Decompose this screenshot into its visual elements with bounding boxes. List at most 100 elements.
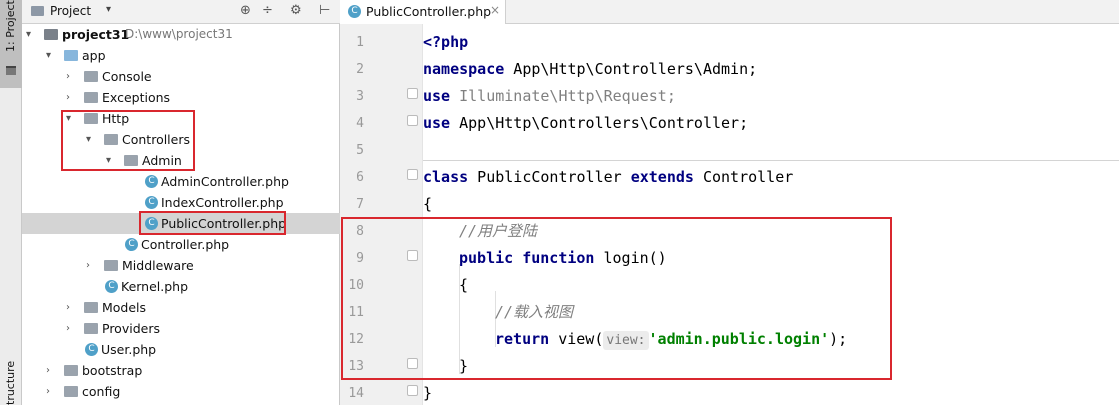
tree-item-label: Middleware bbox=[122, 258, 194, 273]
keyword: use bbox=[423, 87, 451, 105]
tree-item-bootstrap[interactable]: › bootstrap bbox=[22, 360, 340, 381]
code-line-1[interactable]: <?php bbox=[423, 29, 468, 56]
code-text: } bbox=[423, 384, 433, 402]
project-tab-icon bbox=[6, 66, 16, 75]
keyword: use bbox=[423, 114, 451, 132]
chevron-right-icon[interactable]: › bbox=[66, 66, 70, 87]
php-class-icon: C bbox=[125, 238, 138, 251]
line-number: 1 bbox=[356, 35, 364, 50]
tree-item-label: project31 bbox=[62, 27, 130, 42]
php-class-icon: C bbox=[85, 343, 98, 356]
line-number: 2 bbox=[356, 62, 364, 77]
tree-item-label: app bbox=[82, 48, 106, 63]
code-text: App\Http\Controllers\Admin; bbox=[504, 60, 758, 78]
keyword: class bbox=[423, 168, 469, 186]
code-line-2[interactable]: namespace App\Http\Controllers\Admin; bbox=[423, 56, 757, 83]
keyword: namespace bbox=[423, 60, 505, 78]
tree-item-app[interactable]: ▾ app bbox=[22, 45, 340, 66]
annotation-box-selected-file bbox=[139, 211, 286, 235]
php-class-icon: C bbox=[145, 196, 158, 209]
php-class-icon: C bbox=[105, 280, 118, 293]
chevron-down-icon[interactable]: ▾ bbox=[46, 45, 51, 66]
chevron-right-icon[interactable]: › bbox=[46, 381, 50, 402]
code-text: { bbox=[423, 195, 433, 213]
editor-tab-bar: C PublicController.php × bbox=[340, 0, 1119, 24]
folder-icon bbox=[84, 92, 98, 103]
locate-icon[interactable]: ⊕ bbox=[240, 3, 251, 18]
line-number: 3 bbox=[356, 89, 364, 104]
code-line-4[interactable]: use App\Http\Controllers\Controller; bbox=[423, 110, 748, 137]
close-icon[interactable]: × bbox=[490, 3, 500, 17]
tree-item-middleware[interactable]: › Middleware bbox=[22, 255, 340, 276]
chevron-right-icon[interactable]: › bbox=[66, 318, 70, 339]
fold-marker-icon[interactable] bbox=[407, 169, 418, 180]
project-tool-tab[interactable]: 1: Project bbox=[0, 0, 22, 88]
chevron-down-icon[interactable]: ▾ bbox=[106, 4, 111, 15]
annotation-box-login-method bbox=[341, 217, 892, 380]
tree-item-config[interactable]: › config bbox=[22, 381, 340, 402]
line-number: 7 bbox=[356, 197, 364, 212]
collapse-icon[interactable]: ÷ bbox=[262, 3, 273, 18]
chevron-right-icon[interactable]: › bbox=[46, 360, 50, 381]
code-text: PublicController bbox=[468, 168, 631, 186]
tree-item-providers[interactable]: › Providers bbox=[22, 318, 340, 339]
code-line-3[interactable]: use Illuminate\Http\Request; bbox=[423, 83, 676, 110]
tree-item-models[interactable]: › Models bbox=[22, 297, 340, 318]
php-class-icon: C bbox=[145, 175, 158, 188]
tree-item-admincontroller[interactable]: C AdminController.php bbox=[22, 171, 340, 192]
project-panel-title[interactable]: Project bbox=[50, 4, 91, 18]
chevron-right-icon[interactable]: › bbox=[86, 255, 90, 276]
tree-item-controller[interactable]: C Controller.php bbox=[22, 234, 340, 255]
folder-icon bbox=[104, 260, 118, 271]
tree-item-exceptions[interactable]: › Exceptions bbox=[22, 87, 340, 108]
tree-item-label: Controller.php bbox=[141, 237, 230, 252]
tree-item-indexcontroller[interactable]: C IndexController.php bbox=[22, 192, 340, 213]
project-panel: Project ▾ ⊕ ÷ ⚙ ⊢ ▾ project31 D:\www\pro… bbox=[22, 0, 340, 405]
tree-item-label: Models bbox=[102, 300, 147, 315]
project-panel-header: Project ▾ ⊕ ÷ ⚙ ⊢ bbox=[22, 0, 340, 24]
code-line-7[interactable]: { bbox=[423, 191, 432, 218]
fold-marker-icon[interactable] bbox=[407, 115, 418, 126]
tab-label: PublicController.php bbox=[366, 4, 492, 19]
fold-marker-icon[interactable] bbox=[407, 385, 418, 396]
php-class-icon: C bbox=[348, 5, 361, 18]
line-number: 5 bbox=[356, 143, 364, 158]
structure-tool-tab[interactable]: tructure bbox=[4, 361, 17, 405]
tree-item-label: Console bbox=[102, 69, 152, 84]
tree-item-label: Kernel.php bbox=[121, 279, 189, 294]
folder-icon bbox=[64, 50, 78, 61]
line-number: 4 bbox=[356, 116, 364, 131]
hide-panel-icon[interactable]: ⊢ bbox=[319, 3, 330, 18]
tree-item-label: User.php bbox=[101, 342, 157, 357]
project-tool-tab-label: 1: Project bbox=[4, 0, 17, 52]
code-line-14[interactable]: } bbox=[423, 380, 432, 405]
tree-item-label: config bbox=[82, 384, 121, 399]
code-text: Controller bbox=[693, 168, 794, 186]
chevron-down-icon[interactable]: ▾ bbox=[26, 24, 31, 45]
annotation-box-http-path bbox=[61, 110, 195, 171]
chevron-right-icon[interactable]: › bbox=[66, 87, 70, 108]
code-text: Illuminate\Http\Request; bbox=[450, 87, 676, 105]
fold-marker-icon[interactable] bbox=[407, 88, 418, 99]
tab-publiccontroller[interactable]: C PublicController.php × bbox=[340, 0, 506, 24]
folder-icon bbox=[84, 71, 98, 82]
tree-item-user[interactable]: C User.php bbox=[22, 339, 340, 360]
folder-icon bbox=[64, 365, 78, 376]
folder-icon bbox=[64, 386, 78, 397]
chevron-right-icon[interactable]: › bbox=[66, 297, 70, 318]
code-text: App\Http\Controllers\Controller; bbox=[450, 114, 749, 132]
tree-item-label: IndexController.php bbox=[161, 195, 284, 210]
tree-item-console[interactable]: › Console bbox=[22, 66, 340, 87]
code-line-6[interactable]: class PublicController extends Controlle… bbox=[423, 164, 793, 191]
tree-item-kernel[interactable]: C Kernel.php bbox=[22, 276, 340, 297]
folder-icon bbox=[44, 29, 58, 40]
keyword: extends bbox=[630, 168, 694, 186]
folder-icon bbox=[84, 302, 98, 313]
project-path: D:\www\project31 bbox=[125, 27, 233, 41]
tree-item-label: bootstrap bbox=[82, 363, 143, 378]
method-separator bbox=[423, 160, 1119, 161]
tool-window-strip: 1: Project tructure bbox=[0, 0, 22, 405]
line-number: 14 bbox=[348, 386, 364, 401]
tree-item-project31[interactable]: ▾ project31 D:\www\project31 bbox=[22, 24, 340, 45]
gear-icon[interactable]: ⚙ bbox=[290, 3, 302, 18]
